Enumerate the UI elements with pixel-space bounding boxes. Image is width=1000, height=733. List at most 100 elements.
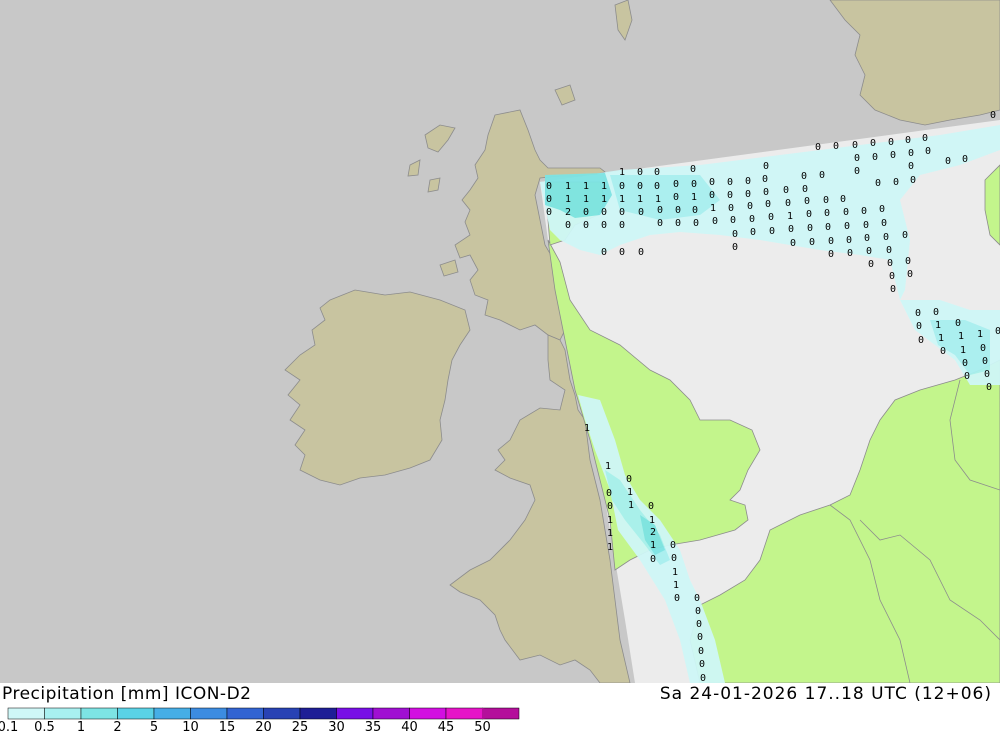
precip-value-label: 1 — [655, 194, 661, 205]
legend-color-box — [263, 707, 301, 720]
precip-value-label: 0 — [828, 249, 834, 260]
precip-value-label: 0 — [905, 135, 911, 146]
precip-value-label: 0 — [833, 141, 839, 152]
precip-value-label: 0 — [788, 224, 794, 235]
precip-value-label: 0 — [638, 207, 644, 218]
legend-color-box — [336, 707, 374, 720]
precip-value-label: 0 — [955, 318, 961, 329]
map-datetime: Sa 24-01-2026 17..18 UTC (12+06) — [659, 684, 992, 704]
precip-value-label: 0 — [915, 308, 921, 319]
precip-value-label: 0 — [840, 194, 846, 205]
precip-value-label: 0 — [807, 223, 813, 234]
legend-color-box — [117, 707, 155, 720]
precip-value-label: 0 — [995, 326, 1000, 337]
precip-value-label: 0 — [825, 222, 831, 233]
precip-value-label: 0 — [709, 190, 715, 201]
precip-value-label: 0 — [879, 204, 885, 215]
precip-value-label: 0 — [945, 156, 951, 167]
precip-value-label: 0 — [699, 659, 705, 670]
precip-value-label: 1 — [637, 194, 643, 205]
precip-value-label: 1 — [605, 461, 611, 472]
precip-value-label: 0 — [763, 161, 769, 172]
precip-value-label: 0 — [650, 554, 656, 565]
legend-label: 25 — [292, 720, 309, 733]
precip-value-label: 0 — [694, 593, 700, 604]
precip-value-label: 0 — [745, 176, 751, 187]
precip-value-label: 0 — [990, 110, 996, 121]
precip-value-label: 1 — [958, 331, 964, 342]
precip-value-label: 1 — [787, 211, 793, 222]
precip-value-label: 0 — [691, 179, 697, 190]
precip-value-label: 0 — [763, 187, 769, 198]
precip-value-label: 1 — [601, 181, 607, 192]
legend-color-box — [190, 707, 228, 720]
precip-value-label: 0 — [854, 153, 860, 164]
precip-value-label: 0 — [844, 221, 850, 232]
precip-value-label: 0 — [673, 192, 679, 203]
legend-color-box — [445, 707, 483, 720]
precip-value-label: 0 — [922, 133, 928, 144]
precip-value-label: 0 — [868, 259, 874, 270]
precip-value-label: 2 — [565, 207, 571, 218]
precip-value-label: 0 — [626, 474, 632, 485]
precip-value-label: 0 — [675, 218, 681, 229]
precip-value-label: 0 — [697, 632, 703, 643]
legend-label: 15 — [219, 720, 236, 733]
precip-value-label: 0 — [546, 194, 552, 205]
precip-value-label: 0 — [546, 207, 552, 218]
precip-value-label: 0 — [657, 205, 663, 216]
precip-value-label: 0 — [601, 220, 607, 231]
precip-value-label: 0 — [866, 246, 872, 257]
precip-value-label: 0 — [802, 184, 808, 195]
precip-value-label: 0 — [962, 358, 968, 369]
precip-value-label: 1 — [628, 500, 634, 511]
precip-value-label: 0 — [762, 174, 768, 185]
legend-label: 5 — [150, 720, 158, 733]
precip-value-label: 0 — [690, 164, 696, 175]
precip-value-label: 0 — [637, 167, 643, 178]
precip-value-label: 0 — [870, 138, 876, 149]
precip-value-label: 0 — [964, 371, 970, 382]
precip-value-label: 0 — [601, 247, 607, 258]
precip-value-label: 0 — [619, 220, 625, 231]
precip-value-label: 0 — [790, 238, 796, 249]
legend-color-box — [153, 707, 191, 720]
precip-value-label: 0 — [863, 220, 869, 231]
precip-value-label: 0 — [883, 232, 889, 243]
precip-value-label: 0 — [583, 207, 589, 218]
precip-value-label: 0 — [823, 195, 829, 206]
precip-value-label: 0 — [886, 245, 892, 256]
precip-value-label: 0 — [698, 646, 704, 657]
precip-value-label: 0 — [887, 258, 893, 269]
precip-value-label: 1 — [619, 194, 625, 205]
precip-value-label: 0 — [986, 382, 992, 393]
legend-label: 20 — [255, 720, 272, 733]
legend-color-box — [7, 707, 45, 720]
precip-value-label: 0 — [783, 185, 789, 196]
precip-value-label: 0 — [749, 214, 755, 225]
precip-value-label: 1 — [691, 192, 697, 203]
precip-value-label: 0 — [712, 216, 718, 227]
legend-color-boxes — [7, 707, 520, 720]
precip-value-label: 2 — [650, 527, 656, 538]
precip-value-label: 0 — [638, 247, 644, 258]
precip-value-label: 0 — [693, 218, 699, 229]
precip-value-label: 0 — [606, 488, 612, 499]
precip-value-label: 0 — [601, 207, 607, 218]
precip-value-label: 0 — [695, 606, 701, 617]
precip-value-label: 0 — [619, 247, 625, 258]
precip-value-label: 0 — [654, 181, 660, 192]
precip-value-label: 1 — [650, 540, 656, 551]
legend-label: 40 — [401, 720, 418, 733]
legend-label: 35 — [365, 720, 382, 733]
precip-value-label: 1 — [607, 528, 613, 539]
precip-value-label: 0 — [908, 161, 914, 172]
legend-label: 2 — [113, 720, 121, 733]
precip-value-label: 0 — [875, 178, 881, 189]
legend-color-box — [299, 707, 337, 720]
precip-value-label: 0 — [806, 209, 812, 220]
precip-value-label: 1 — [565, 194, 571, 205]
precip-value-label: 0 — [727, 190, 733, 201]
precip-value-label: 1 — [607, 542, 613, 553]
precip-value-label: 0 — [854, 166, 860, 177]
